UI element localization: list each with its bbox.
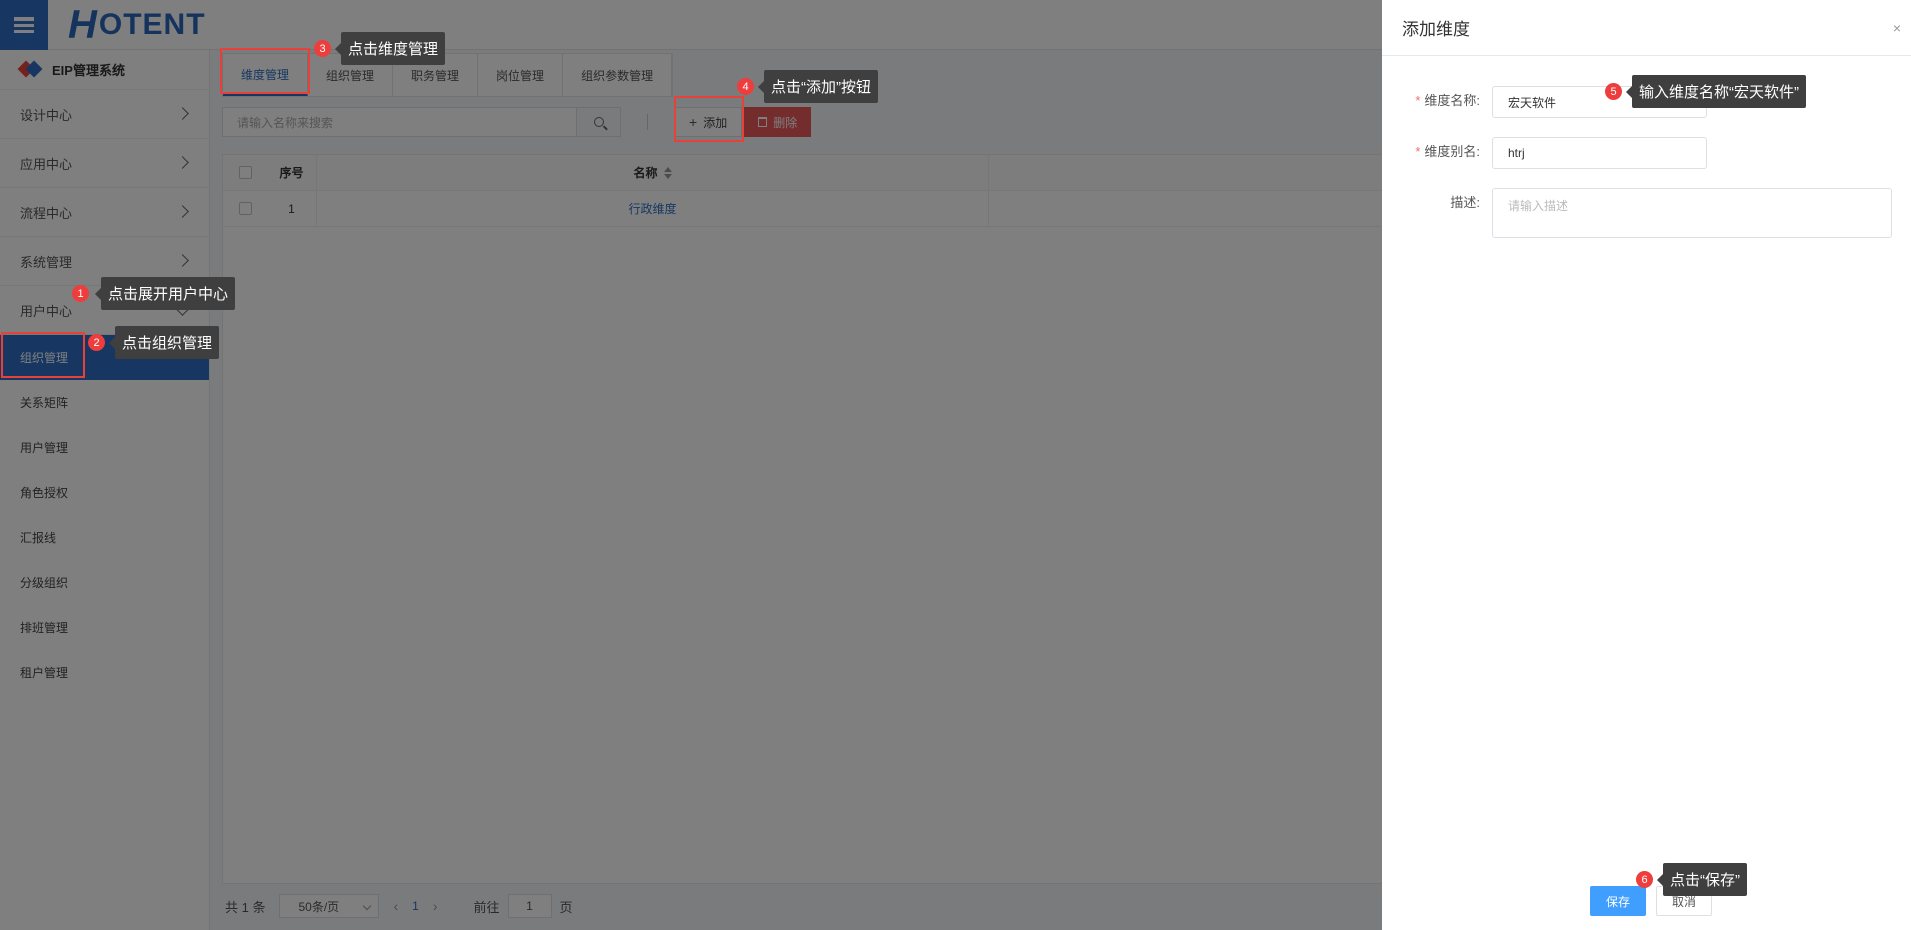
- add-dimension-drawer: 添加维度 × * 维度名称: 宏天软件 * 维度别名: htrj 描述: 请输入描述…: [1382, 0, 1911, 930]
- save-button[interactable]: 保存: [1590, 886, 1646, 916]
- annotation-badge-4: 4: [737, 78, 754, 95]
- highlight-add-button: [674, 96, 744, 142]
- close-icon[interactable]: ×: [1893, 20, 1901, 36]
- highlight-dimension-tab: [220, 48, 310, 94]
- drawer-header: 添加维度 ×: [1382, 0, 1911, 56]
- highlight-org-management: [1, 332, 85, 378]
- annotation-tip-5: 输入维度名称“宏天软件”: [1626, 75, 1806, 108]
- description-textarea[interactable]: 请输入描述: [1492, 188, 1892, 238]
- required-mark: *: [1415, 93, 1421, 108]
- annotation-tip-1: 点击展开用户中心: [94, 277, 236, 310]
- form-row-description: 描述: 请输入描述: [1382, 188, 1892, 238]
- drawer-title: 添加维度: [1402, 20, 1470, 39]
- annotation-badge-2: 2: [88, 334, 105, 351]
- annotation-badge-5: 5: [1605, 83, 1622, 100]
- required-mark: *: [1415, 144, 1421, 159]
- annotation-badge-6: 6: [1636, 871, 1653, 888]
- annotation-tip-6: 点击“保存”: [1657, 863, 1747, 896]
- form-row-alias: * 维度别名: htrj: [1382, 137, 1707, 169]
- annotation-badge-3: 3: [314, 40, 331, 57]
- annotation-badge-1: 1: [72, 285, 89, 302]
- annotation-tip-3: 点击维度管理: [334, 32, 446, 65]
- annotation-tip-2: 点击组织管理: [108, 326, 220, 359]
- dimension-alias-input[interactable]: htrj: [1492, 137, 1707, 169]
- annotation-tip-4: 点击“添加”按钮: [758, 70, 878, 103]
